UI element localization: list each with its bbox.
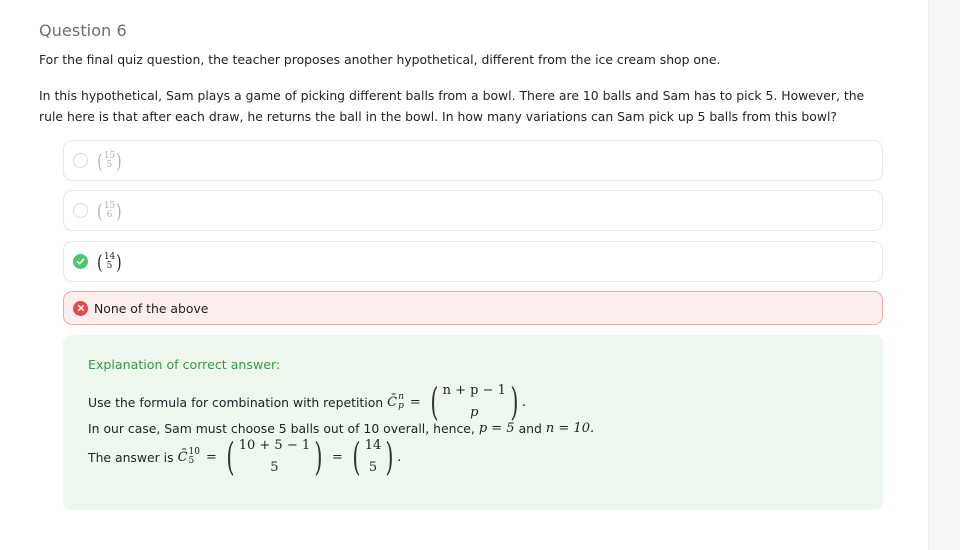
question-body: In this hypothetical, Sam plays a game o… [39, 88, 865, 124]
p-value: p = 5 [478, 420, 515, 436]
binomial-15-5: ( 15 5 ) [97, 148, 122, 173]
explanation-panel: Explanation of correct answer: Use the f… [63, 335, 883, 510]
final-top: 14 [364, 438, 382, 453]
answer-bottom: 5 [270, 460, 279, 475]
explanation-title: Explanation of correct answer: [88, 357, 281, 372]
right-scroll-area[interactable] [928, 0, 960, 550]
binomial-15-6: ( 15 6 ) [97, 198, 122, 223]
radio-button[interactable] [73, 153, 88, 168]
answer-option-1[interactable]: ( 15 5 ) [63, 140, 883, 181]
question-title: Question 6 [39, 21, 127, 40]
and-text: and [518, 420, 542, 436]
n-value: n = 10. [545, 420, 595, 436]
answer-option-4[interactable]: None of the above [63, 291, 883, 325]
binomial-bottom: 5 [106, 260, 113, 271]
option-label: None of the above [94, 300, 209, 316]
binomial-14-5: ( 14 5 ) [97, 249, 122, 274]
answer-math: C̄ 10 5 = ( 10 + 5 − 1 5 ) = ( 14 5 ). [177, 435, 402, 479]
answer-top: 10 + 5 − 1 [238, 438, 311, 453]
check-circle-icon [73, 254, 88, 269]
answer-option-2[interactable]: ( 15 6 ) [63, 190, 883, 231]
formula-text: Use the formula for combination with rep… [88, 394, 384, 410]
radio-button[interactable] [73, 203, 88, 218]
binomial-bottom: 5 [106, 159, 113, 170]
x-circle-icon [73, 300, 88, 316]
question-intro: For the final quiz question, the teacher… [39, 52, 721, 67]
formula-top: n + p − 1 [442, 383, 506, 398]
answer-text: The answer is [88, 449, 174, 465]
binomial-bottom: 6 [106, 209, 113, 220]
explanation-answer-line: The answer is C̄ 10 5 = ( 10 + 5 − 1 5 ) =… [88, 432, 401, 482]
final-bottom: 5 [368, 460, 378, 475]
answer-option-3[interactable]: ( 14 5 ) [63, 241, 883, 282]
